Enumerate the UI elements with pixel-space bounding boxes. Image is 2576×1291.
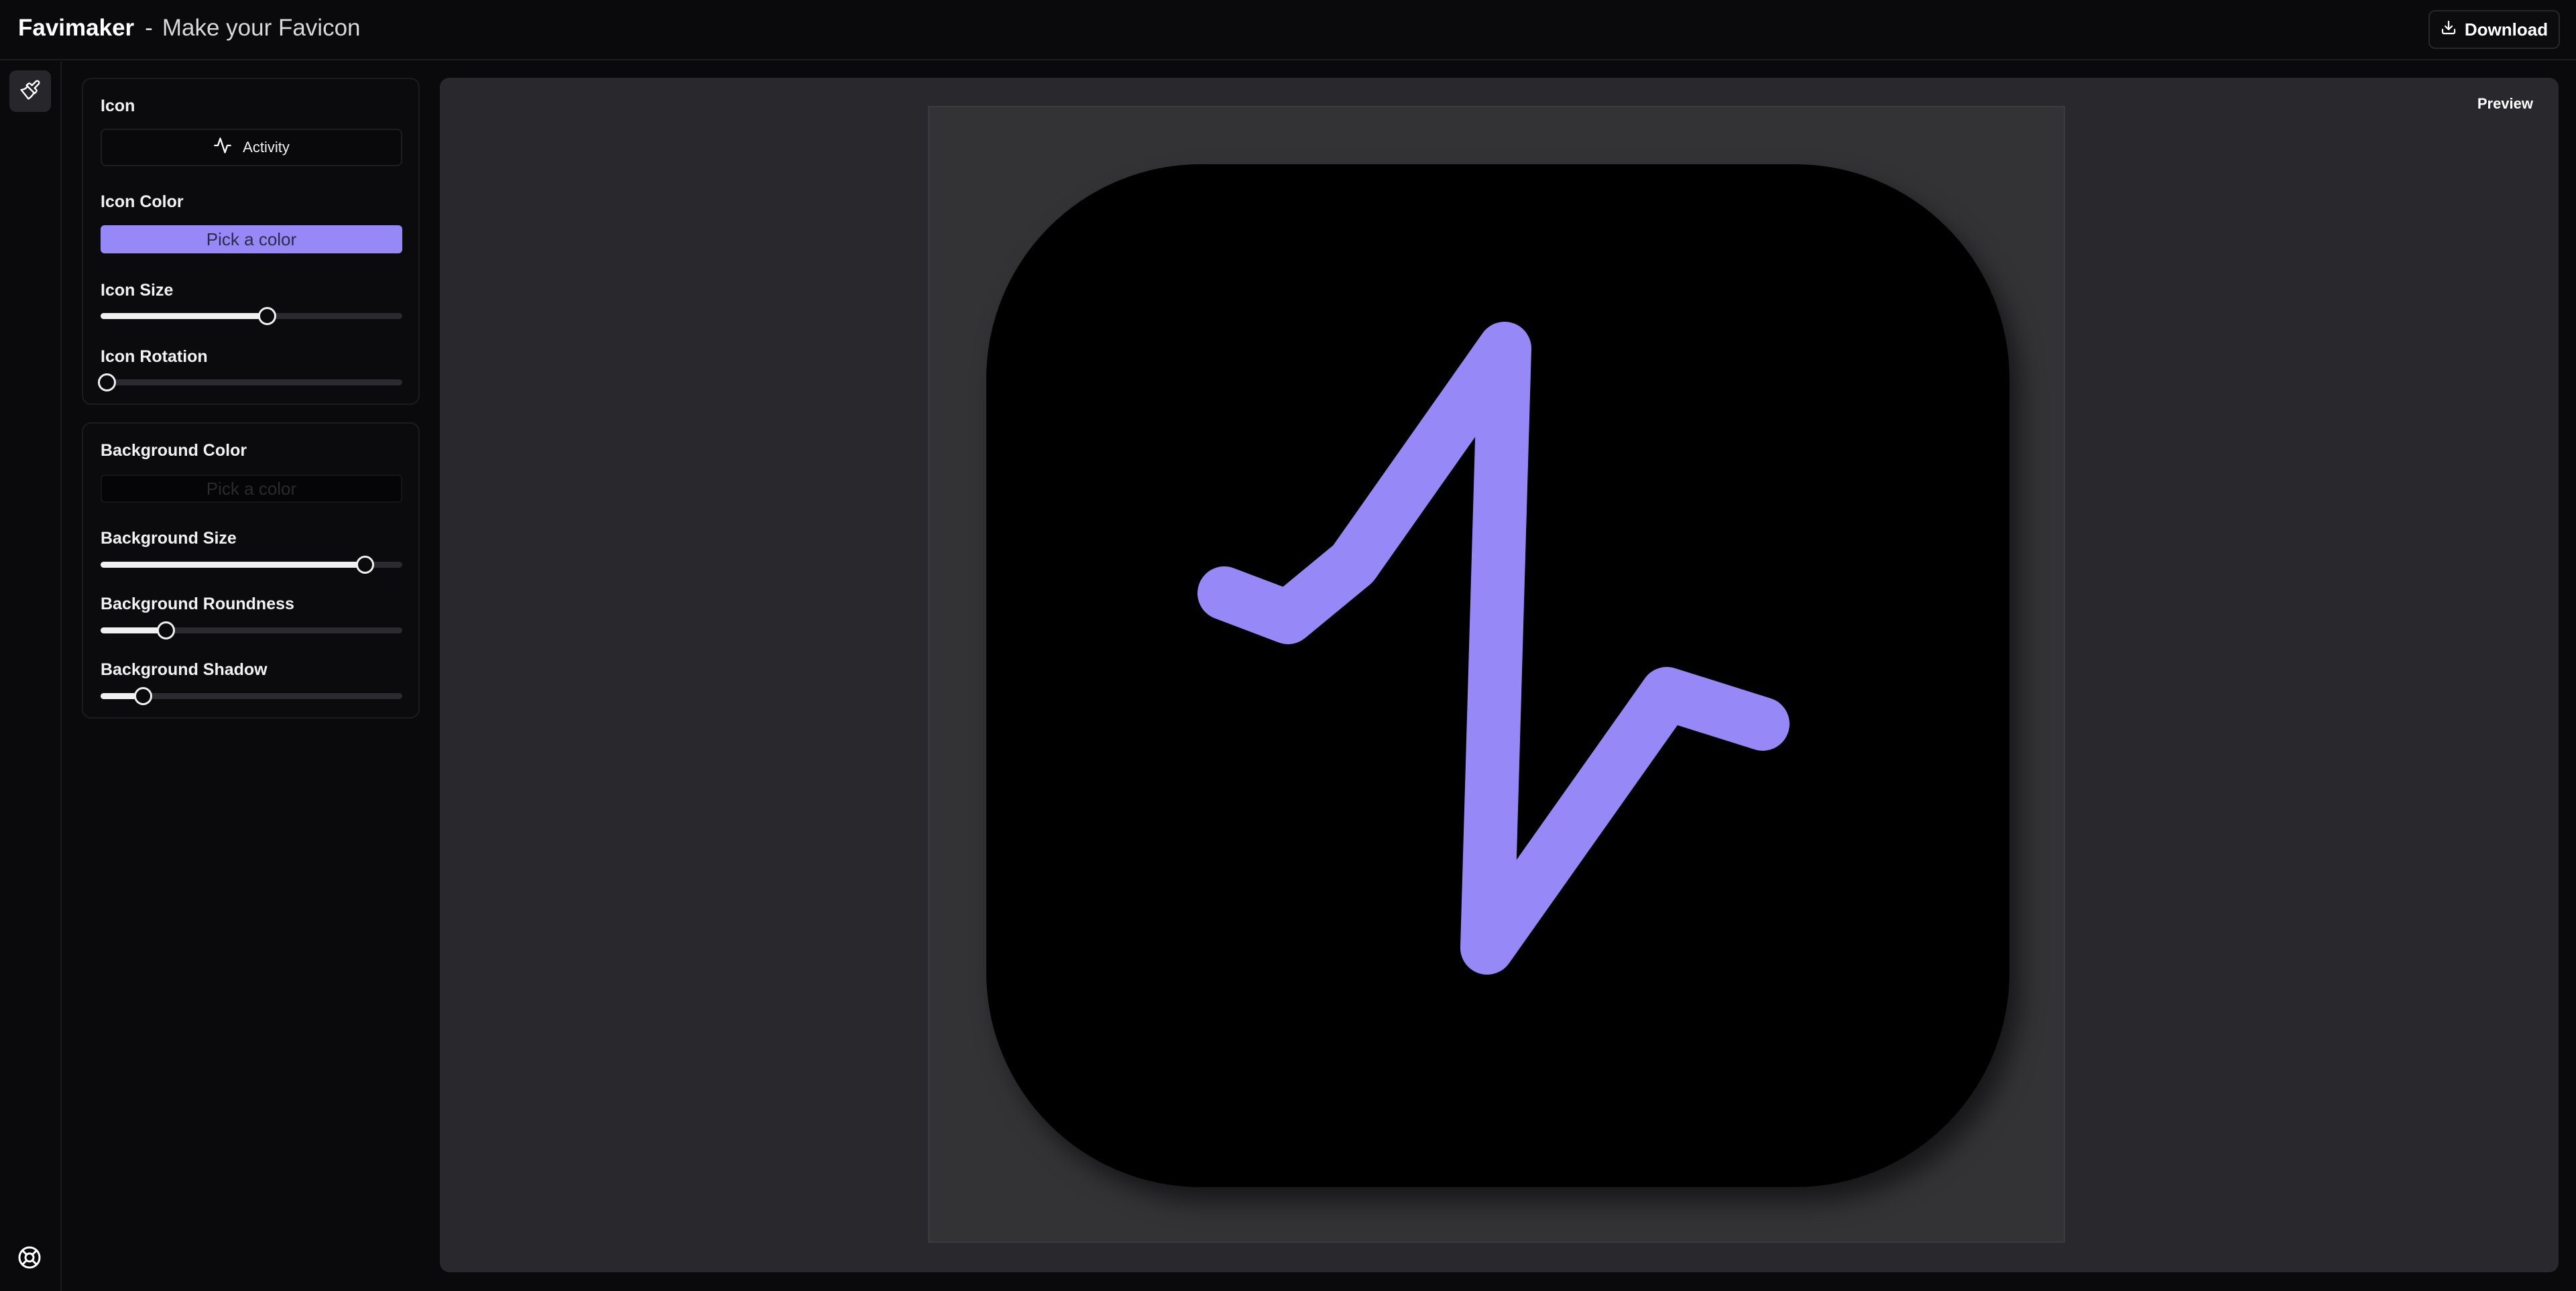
background-size-label: Background Size: [101, 529, 237, 548]
paintbrush-tool-button[interactable]: [9, 70, 51, 112]
background-roundness-label: Background Roundness: [101, 595, 294, 613]
background-shadow-slider[interactable]: [101, 686, 402, 706]
brand: Favimaker - Make your Favicon: [18, 15, 361, 42]
favicon-background: [986, 164, 2009, 1187]
slider-thumb[interactable]: [98, 373, 116, 391]
app-header: Favimaker - Make your Favicon Download: [0, 0, 2576, 60]
icon-rotation-label: Icon Rotation: [101, 347, 208, 366]
background-shadow-label: Background Shadow: [101, 660, 268, 679]
icon-color-label: Icon Color: [101, 192, 184, 211]
icon-size-slider[interactable]: [101, 306, 402, 326]
slider-fill: [101, 562, 365, 568]
paintbrush-icon: [19, 79, 41, 104]
preview-label: Preview: [2477, 95, 2533, 112]
slider-thumb[interactable]: [134, 687, 152, 705]
icon-color-button[interactable]: Pick a color: [101, 225, 402, 253]
download-icon: [2441, 19, 2457, 40]
background-roundness-slider[interactable]: [101, 620, 402, 640]
icon-rotation-slider[interactable]: [98, 372, 402, 392]
background-size-slider[interactable]: [101, 554, 402, 574]
brand-tagline: Make your Favicon: [162, 15, 361, 41]
life-buoy-icon: [17, 1245, 42, 1273]
background-color-label: Background Color: [101, 441, 247, 460]
help-button[interactable]: [16, 1245, 43, 1272]
preview-canvas: [928, 106, 2065, 1243]
background-color-button[interactable]: Pick a color: [101, 475, 402, 503]
activity-stroke: [1197, 322, 1790, 975]
background-settings-panel: Background Color Pick a color Background…: [82, 422, 420, 719]
icon-picker-value: Activity: [243, 139, 290, 156]
brand-separator: -: [145, 15, 153, 41]
slider-thumb[interactable]: [157, 621, 175, 639]
icon-size-label: Icon Size: [101, 281, 174, 300]
left-rail: [0, 62, 62, 1291]
icon-settings-panel: Icon Activity Icon Color Pick a color Ic…: [82, 78, 420, 405]
download-label: Download: [2464, 19, 2549, 40]
activity-icon: [213, 136, 232, 159]
download-button[interactable]: Download: [2428, 10, 2560, 49]
brand-name: Favimaker: [18, 15, 135, 41]
slider-thumb[interactable]: [356, 556, 374, 574]
icon-label: Icon: [101, 97, 135, 115]
slider-fill: [101, 313, 267, 319]
preview-area: Preview: [440, 78, 2559, 1272]
icon-picker-button[interactable]: Activity: [101, 129, 402, 166]
slider-fill: [101, 627, 166, 633]
slider-track: [101, 379, 402, 385]
activity-icon: [1197, 322, 1790, 975]
slider-thumb[interactable]: [258, 307, 276, 325]
